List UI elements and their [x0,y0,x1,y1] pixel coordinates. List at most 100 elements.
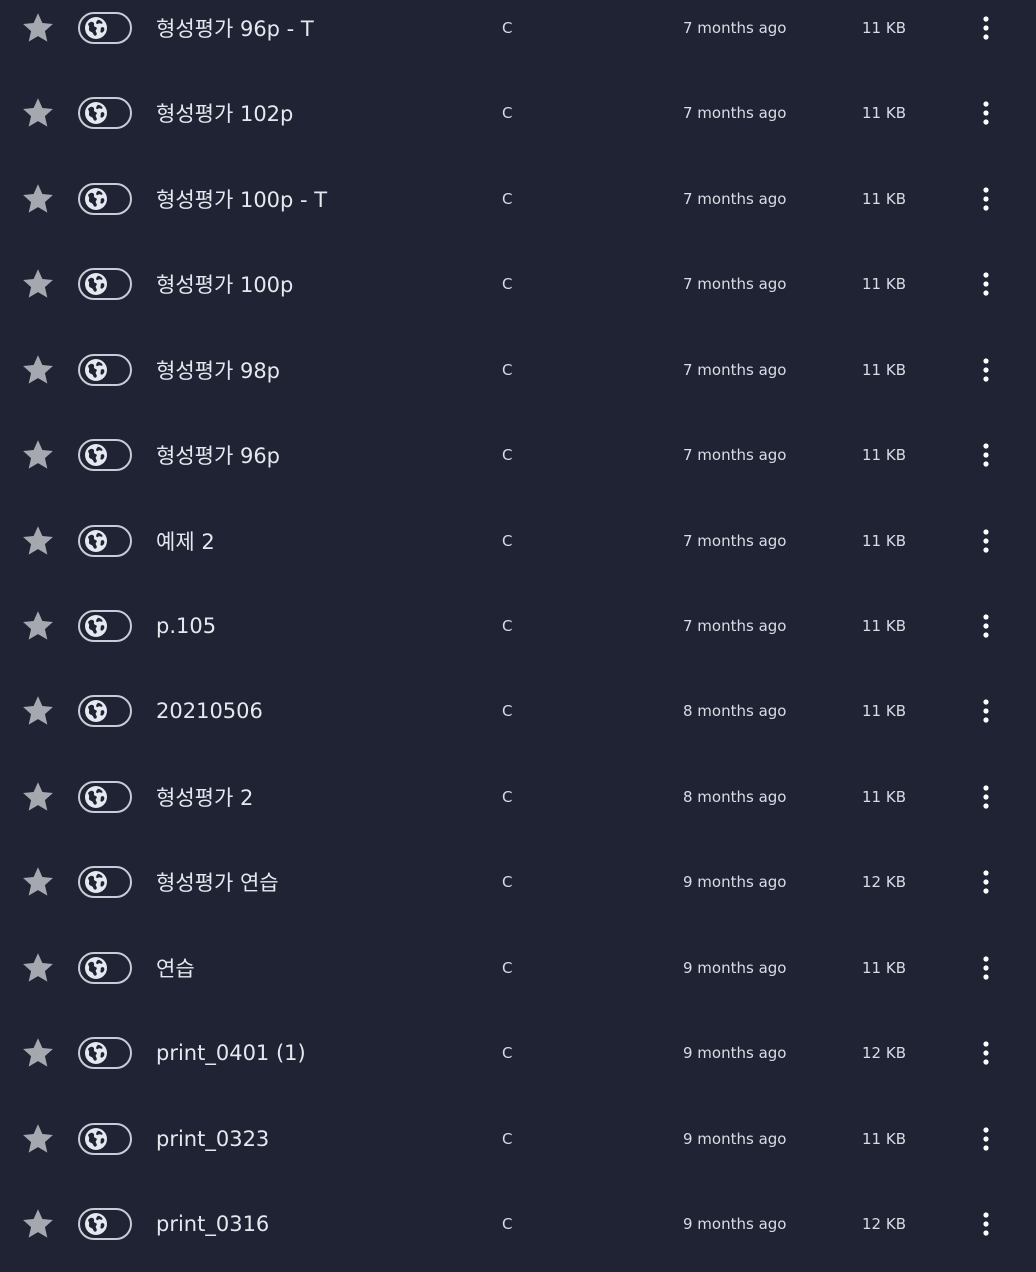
star-icon[interactable] [21,1122,55,1156]
visibility-toggle[interactable] [78,268,132,301]
list-item[interactable]: print_0316 C 9 months ago 12 KB [0,1194,1036,1254]
file-title[interactable]: 형성평가 연습 [156,867,279,897]
file-title[interactable]: 형성평가 100p - T [156,184,327,214]
updated-time: 9 months ago [683,958,787,977]
more-vertical-icon[interactable] [974,440,998,470]
visibility-toggle[interactable] [78,866,132,899]
visibility-toggle[interactable] [78,695,132,728]
list-item[interactable]: 형성평가 96p - T C 7 months ago 11 KB [0,0,1036,58]
list-item[interactable]: 형성평가 100p C 7 months ago 11 KB [0,254,1036,314]
visibility-toggle[interactable] [78,439,132,472]
visibility-toggle[interactable] [78,524,132,557]
visibility-toggle[interactable] [78,1208,132,1241]
updated-time: 9 months ago [683,873,787,892]
star-icon[interactable] [21,267,55,301]
list-item[interactable]: 형성평가 2 C 8 months ago 11 KB [0,767,1036,827]
file-title[interactable]: 형성평가 98p [156,355,280,385]
file-title[interactable]: 형성평가 100p [156,269,293,299]
star-icon[interactable] [21,609,55,643]
updated-time: 7 months ago [683,19,787,37]
list-item[interactable]: 형성평가 102p C 7 months ago 11 KB [0,83,1036,143]
file-title[interactable]: 형성평가 2 [156,782,253,812]
language-label: C [502,1215,513,1234]
more-vertical-icon[interactable] [974,269,998,299]
language-label: C [502,787,513,806]
visibility-toggle[interactable] [78,97,132,130]
file-title[interactable]: 예제 2 [156,526,215,556]
list-item[interactable]: p.105 C 7 months ago 11 KB [0,596,1036,656]
star-icon[interactable] [21,865,55,899]
list-item[interactable]: 형성평가 100p - T C 7 months ago 11 KB [0,169,1036,229]
star-icon[interactable] [21,694,55,728]
list-item[interactable]: 형성평가 98p C 7 months ago 11 KB [0,340,1036,400]
visibility-toggle[interactable] [78,1037,132,1070]
file-title[interactable]: 형성평가 96p - T [156,13,314,43]
globe-icon [84,785,108,809]
list-item[interactable]: 예제 2 C 7 months ago 11 KB [0,511,1036,571]
language-label: C [502,1129,513,1148]
updated-time: 7 months ago [683,360,787,379]
star-icon[interactable] [21,951,55,985]
file-title[interactable]: 20210506 [156,699,263,723]
visibility-toggle[interactable] [78,951,132,984]
more-vertical-icon[interactable] [974,355,998,385]
star-icon[interactable] [21,182,55,216]
file-title[interactable]: print_0323 [156,1127,269,1151]
more-vertical-icon[interactable] [974,1038,998,1068]
globe-icon [84,614,108,638]
visibility-toggle[interactable] [78,12,132,44]
updated-time: 9 months ago [683,1215,787,1234]
file-size: 11 KB [862,958,906,977]
visibility-toggle[interactable] [78,1122,132,1155]
file-title[interactable]: print_0401 (1) [156,1041,306,1065]
file-title[interactable]: print_0316 [156,1212,269,1236]
more-vertical-icon[interactable] [974,782,998,812]
star-icon[interactable] [21,11,55,45]
file-title[interactable]: 형성평가 96p [156,440,280,470]
more-vertical-icon[interactable] [974,611,998,641]
list-item[interactable]: 연습 C 9 months ago 11 KB [0,938,1036,998]
more-vertical-icon[interactable] [974,867,998,897]
more-vertical-icon[interactable] [974,953,998,983]
visibility-toggle[interactable] [78,780,132,813]
file-size: 11 KB [862,531,906,550]
language-label: C [502,1044,513,1063]
star-icon[interactable] [21,524,55,558]
file-size: 11 KB [862,787,906,806]
language-label: C [502,617,513,635]
more-vertical-icon[interactable] [974,696,998,726]
file-size: 12 KB [862,873,906,892]
more-vertical-icon[interactable] [974,184,998,214]
globe-icon [84,529,108,553]
language-label: C [502,958,513,977]
star-icon[interactable] [21,353,55,387]
star-icon[interactable] [21,1036,55,1070]
more-vertical-icon[interactable] [974,1209,998,1239]
more-vertical-icon[interactable] [974,98,998,128]
list-item[interactable]: 형성평가 연습 C 9 months ago 12 KB [0,852,1036,912]
more-vertical-icon[interactable] [974,526,998,556]
more-vertical-icon[interactable] [974,1124,998,1154]
list-item[interactable]: 20210506 C 8 months ago 11 KB [0,681,1036,741]
globe-icon [84,101,108,125]
updated-time: 7 months ago [683,189,787,208]
star-icon[interactable] [21,1207,55,1241]
star-icon[interactable] [21,438,55,472]
visibility-toggle[interactable] [78,610,132,642]
file-title[interactable]: 형성평가 102p [156,98,293,128]
file-size: 12 KB [862,1215,906,1234]
language-label: C [502,19,513,37]
list-item[interactable]: print_0323 C 9 months ago 11 KB [0,1109,1036,1169]
file-title[interactable]: 연습 [156,953,195,983]
star-icon[interactable] [21,780,55,814]
file-title[interactable]: p.105 [156,614,216,638]
more-vertical-icon[interactable] [974,13,998,43]
globe-icon [84,699,108,723]
star-icon[interactable] [21,96,55,130]
list-item[interactable]: print_0401 (1) C 9 months ago 12 KB [0,1023,1036,1083]
list-item[interactable]: 형성평가 96p C 7 months ago 11 KB [0,425,1036,485]
visibility-toggle[interactable] [78,182,132,215]
file-list: 형성평가 96p - T C 7 months ago 11 KB 형성평가 1… [0,0,1036,1272]
visibility-toggle[interactable] [78,353,132,386]
file-size: 11 KB [862,360,906,379]
